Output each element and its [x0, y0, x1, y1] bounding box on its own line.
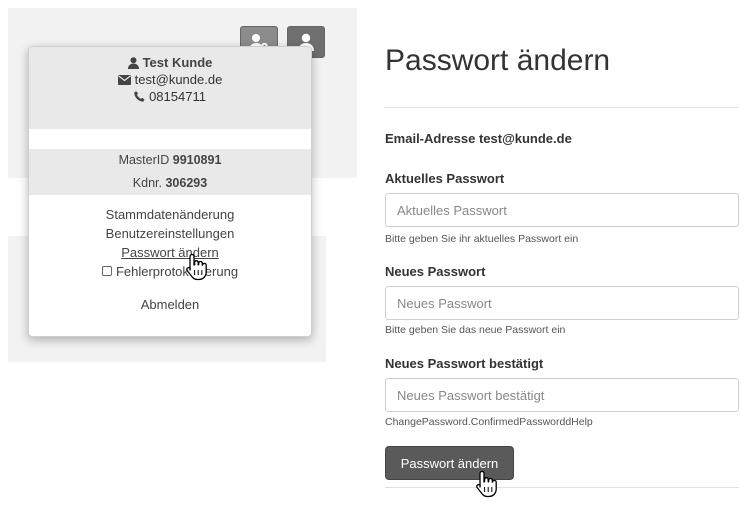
new-password-help: Bitte geben Sie das neue Passwort ein	[385, 324, 566, 336]
current-password-input[interactable]	[385, 193, 739, 227]
user-phone-row: 08154711	[29, 88, 311, 105]
email-label: Email-Adresse	[385, 131, 476, 146]
user-name: Test Kunde	[142, 55, 213, 70]
menu-item-user-settings[interactable]: Benutzereinstellungen	[29, 224, 311, 243]
email-row: Email-Adresse test@kunde.de	[385, 131, 572, 146]
error-logging-label[interactable]: Fehlerprotokollierung	[116, 262, 238, 281]
new-password-input[interactable]	[385, 286, 739, 320]
error-logging-checkbox[interactable]	[101, 265, 112, 276]
new-password-label: Neues Passwort	[385, 264, 486, 279]
page-title: Passwort ändern	[385, 44, 611, 77]
customer-no-label: Kdnr.	[132, 176, 162, 190]
user-dropdown-menu: Test Kunde test@kunde.de 08154711 Master…	[28, 46, 312, 337]
customer-no-row: Kdnr. 306293	[29, 172, 311, 195]
user-info-header: Test Kunde test@kunde.de 08154711	[29, 47, 311, 129]
user-email: test@kunde.de	[134, 72, 223, 87]
menu-links: Stammdatenänderung Benutzereinstellungen…	[29, 195, 311, 314]
menu-spacer	[29, 129, 311, 149]
hand-pointer-cursor-icon	[186, 253, 207, 281]
phone-icon	[134, 91, 145, 102]
user-phone: 08154711	[149, 89, 206, 104]
user-email-row: test@kunde.de	[29, 71, 311, 88]
confirm-password-label: Neues Passwort bestätigt	[385, 356, 544, 371]
confirm-password-help: ChangePassword.ConfirmedPassworddHelp	[385, 416, 593, 428]
master-id-row: MasterID 9910891	[29, 149, 311, 172]
customer-no-value: 306293	[165, 176, 208, 190]
confirm-password-input[interactable]	[385, 378, 739, 412]
menu-item-logout[interactable]: Abmelden	[29, 295, 311, 314]
user-name-row: Test Kunde	[29, 54, 311, 71]
user-icon	[127, 56, 139, 69]
master-id-value: 9910891	[172, 153, 222, 167]
menu-item-change-password[interactable]: Passwort ändern	[29, 243, 311, 262]
title-divider	[385, 107, 739, 108]
user-ids-section: MasterID 9910891 Kdnr. 306293	[29, 149, 311, 195]
envelope-icon	[117, 74, 131, 85]
hand-pointer-cursor-icon	[476, 470, 497, 498]
master-id-label: MasterID	[118, 153, 170, 167]
current-password-help: Bitte geben Sie ihr aktuelles Passwort e…	[385, 233, 579, 245]
menu-item-master-data[interactable]: Stammdatenänderung	[29, 205, 311, 224]
menu-item-error-logging[interactable]: Fehlerprotokollierung	[29, 262, 311, 281]
email-value: test@kunde.de	[478, 131, 572, 146]
current-password-label: Aktuelles Passwort	[385, 171, 505, 186]
form-bottom-divider	[385, 487, 739, 488]
